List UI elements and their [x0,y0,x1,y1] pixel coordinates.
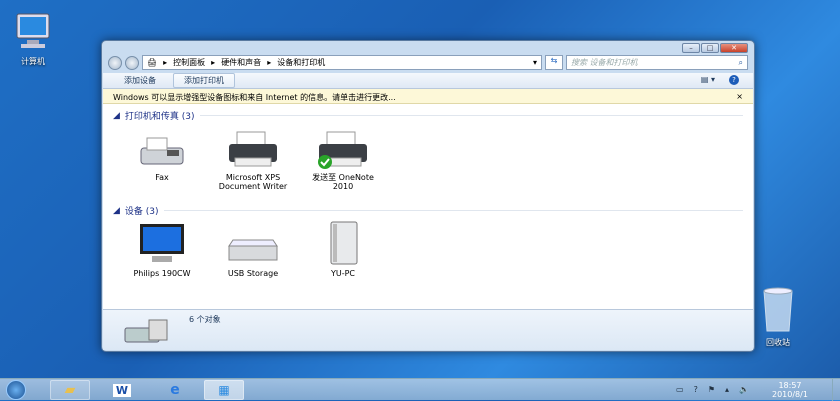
add-printer-button[interactable]: 添加打印机 [173,73,235,88]
devices-summary-icon [124,319,168,343]
computer-icon [16,13,50,48]
breadcrumb-item[interactable]: 硬件和声音 [221,57,261,68]
minimize-button[interactable]: – [682,43,700,53]
devices-icon: ▦ [218,383,230,397]
device-fax[interactable]: Fax [120,126,204,182]
printer-default-icon [318,131,367,169]
address-bar[interactable]: 🖨 ▸ 控制面板 ▸ 硬件和声音 ▸ 设备和打印机 ▾ [142,55,542,70]
address-dropdown-icon[interactable]: ▾ [533,58,537,67]
close-button[interactable]: ✕ [720,43,748,53]
back-button[interactable] [108,55,122,70]
tray-volume-icon[interactable]: 🔈 [739,385,749,394]
info-bar[interactable]: Windows 可以显示增强型设备图标和来自 Internet 的信息。请单击进… [103,89,753,104]
taskbar-ie[interactable]: e [155,380,195,400]
fax-icon [140,137,184,165]
devices-content: ◢ 打印机和传真 (3) Fax Microsoft XPS Document W… [103,104,753,309]
clock[interactable]: 18:57 2010/8/1 [772,381,808,399]
forward-button[interactable] [125,55,139,70]
devices-printers-window: – □ ✕ 🖨 ▸ 控制面板 ▸ 硬件和声音 ▸ 设备和打印机 ▾ ⇆ 搜索 设备和打… [101,40,755,352]
usb-drive-icon [228,239,278,261]
taskbar-devices-printers[interactable]: ▦ [204,380,244,400]
view-options-icon[interactable]: ▤ ▾ [701,75,715,85]
printer-small-icon: 🖨 [147,58,158,67]
search-input[interactable]: 搜索 设备和打印机 ⌕ [566,55,748,70]
device-onenote[interactable]: 发送至 OneNote 2010 [301,126,385,191]
show-desktop-button[interactable] [832,379,840,401]
monitor-icon [140,224,184,262]
refresh-button[interactable]: ⇆ [545,55,563,70]
tray-flag-icon[interactable]: ⚑ [708,385,715,394]
word-icon: W [112,383,132,397]
device-yu-pc[interactable]: YU-PC [301,221,385,278]
folder-icon: ▰ [64,382,76,398]
tray-expand-icon[interactable]: ▴ [725,385,729,394]
tray-network-icon[interactable]: ▭ [676,385,684,394]
maximize-button[interactable]: □ [701,43,719,53]
object-count: 6 个对象 [189,315,221,324]
desktop-recycle-bin[interactable]: 回收站 [748,285,808,348]
desktop-computer-icon[interactable]: 计算机 [3,10,63,67]
taskbar: ▰ W e ▦ ▭ ? ⚑ ▴ 🔈 18:57 2010/8/1 [0,378,840,401]
device-monitor[interactable]: Philips 190CW [120,222,204,278]
internet-explorer-icon: e [170,382,180,398]
device-usb-storage[interactable]: USB Storage [211,222,295,278]
group-header-devices[interactable]: ◢ 设备 (3) [113,204,743,217]
breadcrumb-item[interactable]: 控制面板 [173,57,205,68]
add-device-button[interactable]: 添加设备 [113,73,167,88]
start-button[interactable] [6,380,26,400]
desktop-computer-label: 计算机 [21,57,45,66]
desktop-recycle-label: 回收站 [766,338,790,347]
details-pane: 6 个对象 [103,309,753,350]
recycle-bin-icon [763,287,793,332]
computer-tower-icon [330,221,358,265]
help-icon[interactable]: ? [729,75,739,85]
device-xps-writer[interactable]: Microsoft XPS Document Writer [211,126,295,191]
printer-icon [229,131,277,167]
group-header-printers[interactable]: ◢ 打印机和传真 (3) [113,109,743,122]
tray-help-icon[interactable]: ? [694,385,698,394]
breadcrumb-item[interactable]: 设备和打印机 [277,57,325,68]
infobar-close-icon[interactable]: × [736,92,743,101]
taskbar-explorer[interactable]: ▰ [50,380,90,400]
search-icon: ⌕ [738,57,743,67]
taskbar-word[interactable]: W [102,380,142,400]
